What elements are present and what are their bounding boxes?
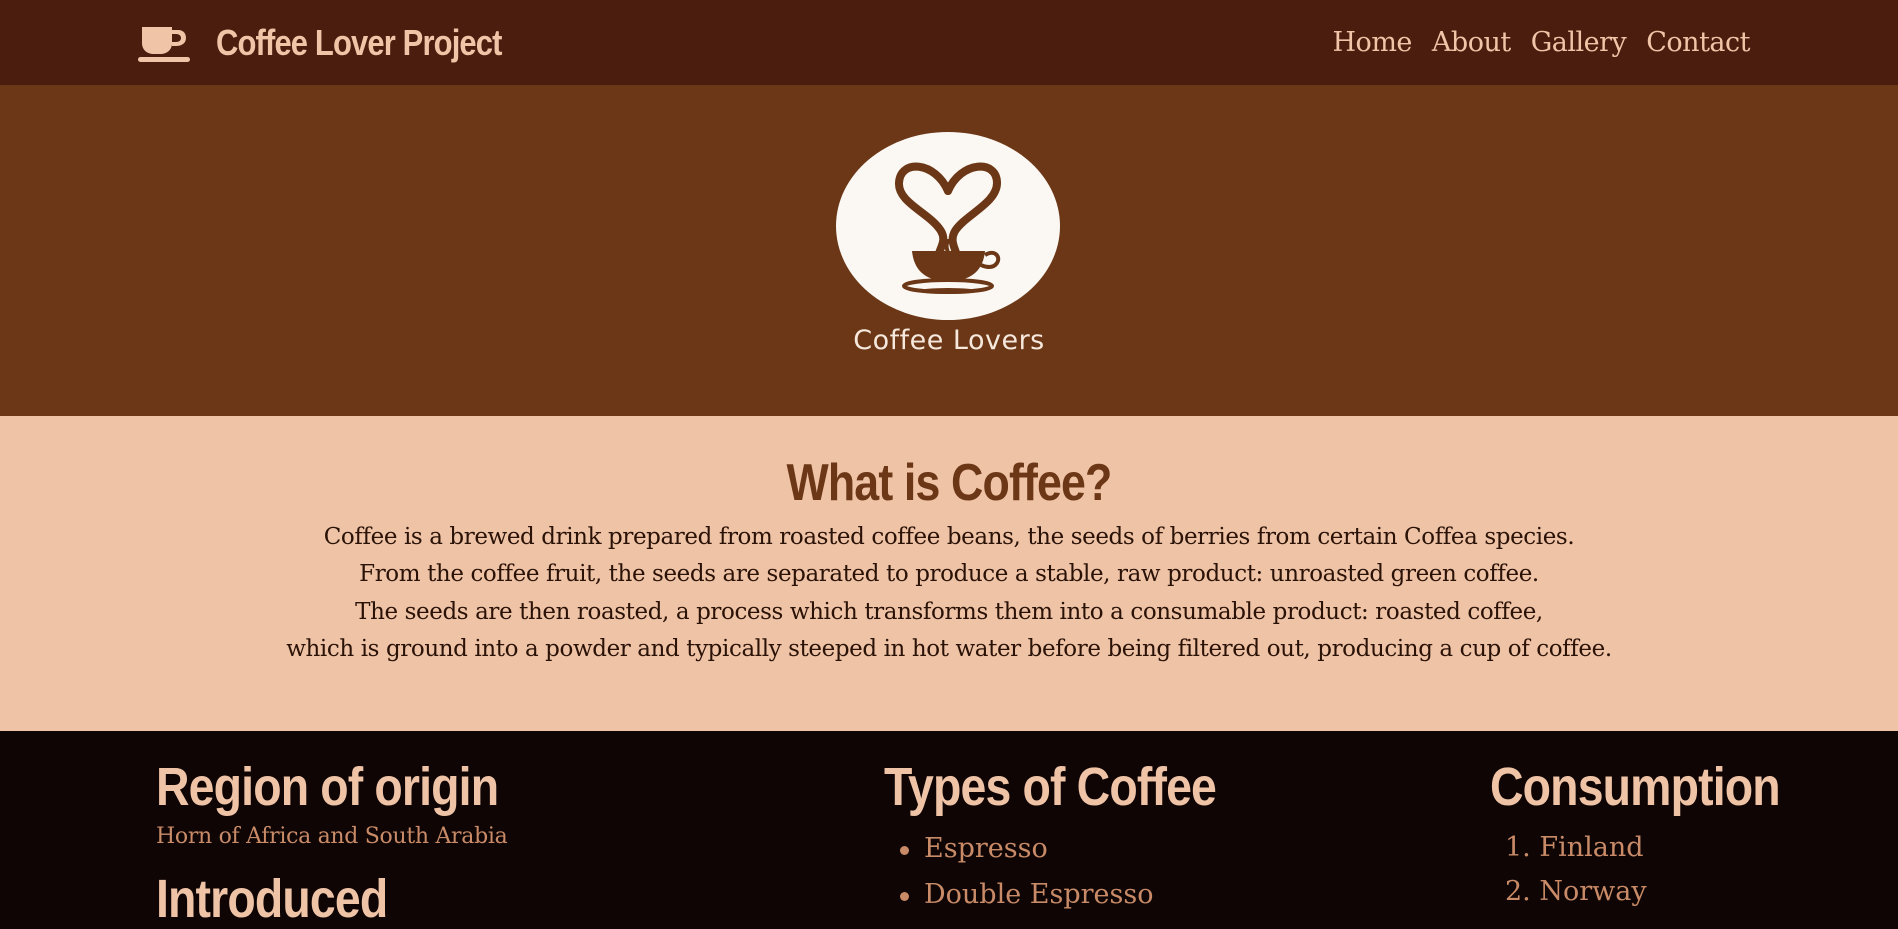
main-nav: Home About Gallery Contact (1333, 0, 1751, 85)
about-heading: What is Coffee? (786, 454, 1113, 512)
about-line: From the coffee fruit, the seeds are sep… (359, 561, 1539, 588)
origin-text: Horn of Africa and South Arabia (156, 823, 508, 849)
types-column: Types of Coffee Espresso Double Espresso (884, 759, 1270, 918)
coffee-cup-icon (138, 26, 190, 62)
list-item: Espresso (884, 826, 1270, 872)
list-item: Double Espresso (884, 872, 1270, 918)
origin-column: Region of origin Horn of Africa and Sout… (156, 759, 554, 927)
consumption-column: Consumption 1. Finland 2. Norway (1490, 759, 1827, 914)
list-item: 1. Finland (1505, 831, 1644, 863)
brand-title: Coffee Lover Project (216, 21, 502, 63)
about-line: Coffee is a brewed drink prepared from r… (323, 523, 1575, 550)
consumption-heading: Consumption (1490, 757, 1781, 817)
nav-link-home[interactable]: Home (1333, 27, 1413, 58)
info-section: Region of origin Horn of Africa and Sout… (0, 731, 1898, 927)
introduced-heading: Introduced (156, 868, 388, 929)
about-section: What is Coffee? Coffee is a brewed drink… (0, 416, 1898, 731)
nav-link-about[interactable]: About (1432, 27, 1511, 58)
consumption-list: 1. Finland 2. Norway (1490, 826, 1827, 914)
nav-link-gallery[interactable]: Gallery (1531, 27, 1627, 58)
nav-link-contact[interactable]: Contact (1646, 27, 1750, 58)
navbar: Coffee Lover Project Home About Gallery … (0, 0, 1898, 85)
origin-heading: Region of origin (156, 757, 499, 817)
brand[interactable]: Coffee Lover Project (138, 0, 548, 85)
logo-caption: Coffee Lovers (853, 325, 1045, 356)
list-item: 2. Norway (1505, 875, 1647, 907)
hero-section: Coffee Lovers (0, 85, 1898, 416)
types-heading: Types of Coffee (884, 757, 1217, 817)
about-paragraph: Coffee is a brewed drink prepared from r… (0, 519, 1898, 669)
about-line: The seeds are then roasted, a process wh… (355, 598, 1543, 625)
coffee-lovers-logo-icon (836, 132, 1060, 320)
about-line: which is ground into a powder and typica… (286, 636, 1612, 663)
types-list: Espresso Double Espresso (884, 826, 1270, 918)
